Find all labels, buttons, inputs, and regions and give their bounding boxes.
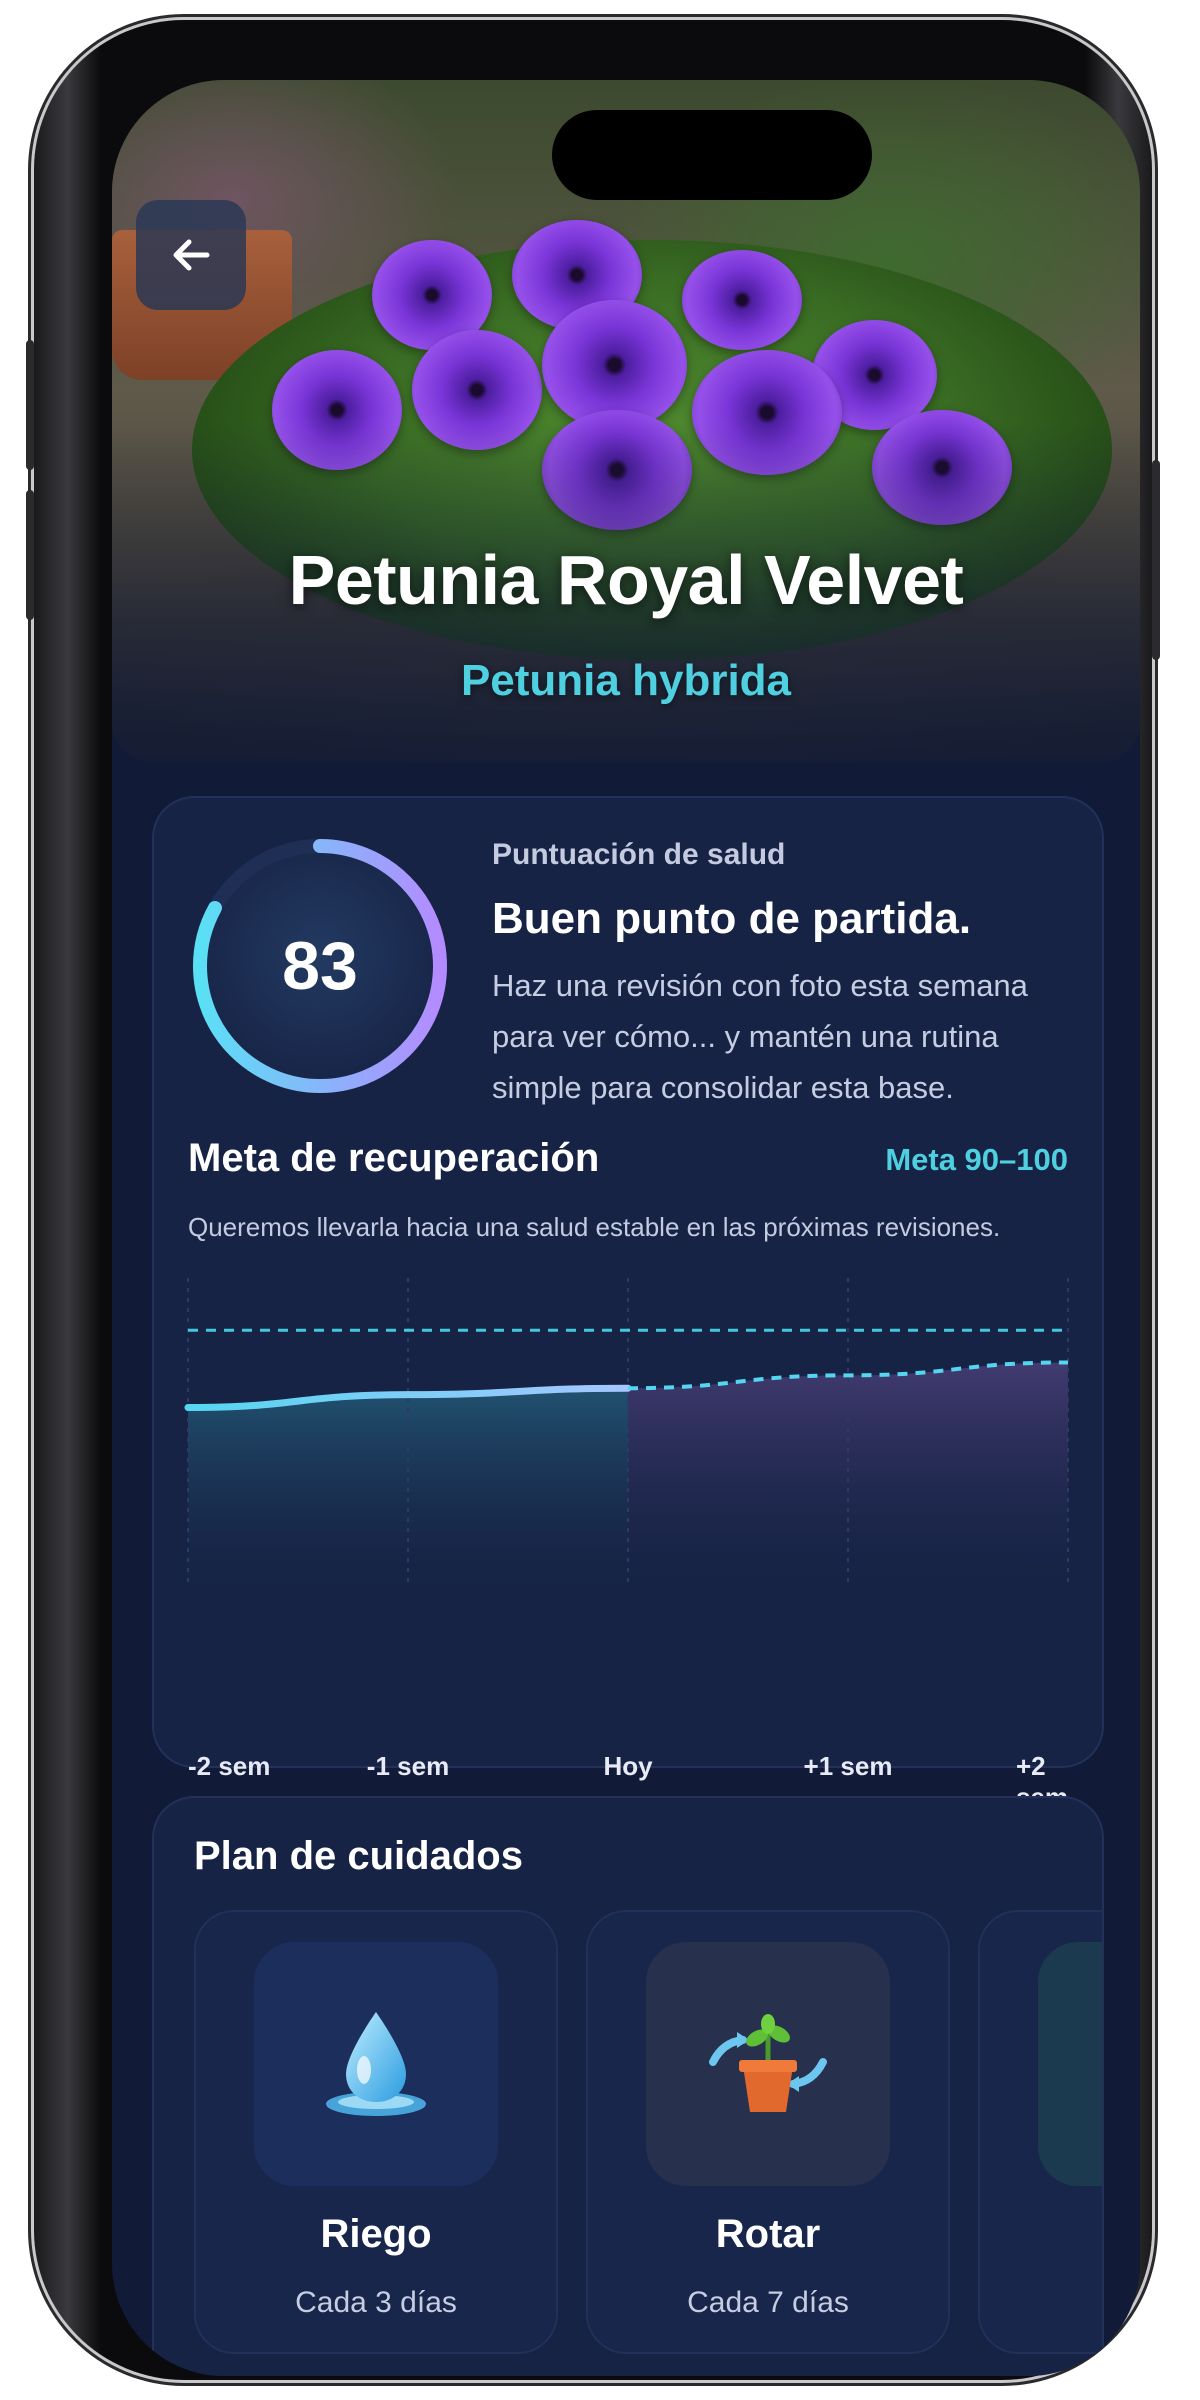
- arrow-left-icon: [173, 239, 210, 271]
- care-item-rotar[interactable]: Rotar Cada 7 días: [586, 1910, 950, 2354]
- care-item-icon-bg: [1038, 1942, 1104, 2186]
- care-item-icon-bg: [646, 1942, 890, 2186]
- plant-name: Petunia Royal Velvet: [288, 541, 964, 619]
- chart-area-projection: [628, 1362, 1068, 1588]
- fertilizer-icon: [1100, 2004, 1104, 2124]
- care-item-frequency: Cada 3 días: [295, 2286, 457, 2319]
- care-item-frequency: Cada 7 días: [687, 2286, 849, 2319]
- plant-scientific-name: Petunia hybrida: [460, 656, 792, 705]
- care-item-name: Fe: [980, 2212, 1102, 2257]
- care-plan-card: Plan de cuidados Riego Cada 3 días Rotar…: [152, 1796, 1104, 2376]
- power-button: [1152, 460, 1160, 660]
- chart-x-tick-label: -1 sem: [366, 1751, 450, 1781]
- care-item-name: Rotar: [715, 2212, 821, 2256]
- phone-frame: Petunia Royal Velvet Petunia hybrida 83 …: [26, 20, 1160, 2380]
- care-item-name: Riego: [320, 2212, 432, 2256]
- volume-up-button: [26, 340, 34, 470]
- care-item-fertilizer[interactable]: Fe Ca: [978, 1910, 1104, 2354]
- chart-x-tick-label: Hoy: [603, 1751, 653, 1781]
- volume-down-button: [26, 490, 34, 620]
- dynamic-island: [552, 110, 872, 200]
- petunia-flower: [682, 250, 802, 350]
- chart-x-tick-label: +1 sem: [803, 1751, 893, 1781]
- care-plan-title: Plan de cuidados: [194, 1834, 523, 1878]
- back-button[interactable]: [136, 200, 246, 310]
- health-score-card: 83 Puntuación de salud Buen punto de par…: [152, 796, 1104, 1812]
- care-item-frequency: Ca: [980, 2286, 1102, 2320]
- water-drop-icon: [326, 2012, 426, 2116]
- care-item-icon-bg: [254, 1942, 498, 2186]
- app-screen: Petunia Royal Velvet Petunia hybrida 83 …: [112, 80, 1140, 2376]
- rotate-pot-icon: [709, 2014, 827, 2112]
- chart-x-tick-label: -2 sem: [188, 1751, 271, 1781]
- recovery-chart: [184, 1278, 1069, 1588]
- care-item-riego[interactable]: Riego Cada 3 días: [194, 1910, 558, 2354]
